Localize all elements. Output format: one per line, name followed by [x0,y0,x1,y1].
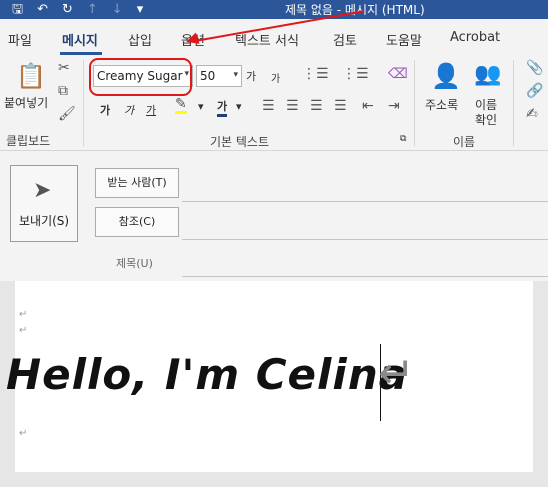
attach-icon[interactable]: 📎 [526,60,543,76]
cc-button[interactable]: 참조(C) [95,207,179,237]
body-text[interactable]: Hello, I'm Celina [6,350,408,399]
check-names-line2[interactable]: 확인 [475,111,497,128]
increase-indent-icon[interactable]: ⇥ [388,98,400,114]
ribbon: 📋 붙여넣기 ✂ ⧉ 🖌 클립보드 가 가 가 ✎ ▾ 가 ▾ ☰ ☰ ☰ ☰ … [0,56,548,151]
font-size-dropdown[interactable]: 50 ▾ [196,65,242,87]
dialog-launcher-icon[interactable]: ⧉ [400,134,406,144]
highlight-icon[interactable]: ✎ [175,97,187,114]
paragraph-mark: ↵ [19,428,28,439]
undo-icon[interactable]: ↶ [37,0,48,19]
customize-icon[interactable]: ▾ [137,0,144,19]
title-bar: 🖫 ↶ ↻ ↑ ↓ ▾ 제목 없음 - 메시지 (HTML) [0,0,548,19]
numbering-icon[interactable]: ⋮☰ [342,66,369,82]
chevron-down-icon[interactable]: ▾ [198,100,204,113]
address-book-button[interactable]: 주소록 [425,96,458,113]
ribbon-tabs: 파일 메시지 삽입 옵션 텍스트 서식 검토 도움말 Acrobat [0,19,548,56]
font-size-value: 50 [200,69,216,83]
paragraph-mark: ↵ [19,325,28,336]
window-title: 제목 없음 - 메시지 (HTML) [285,3,425,17]
copy-icon[interactable]: ⧉ [58,83,68,99]
tab-file[interactable]: 파일 [8,30,32,49]
tab-message[interactable]: 메시지 [62,30,98,49]
format-painter-icon[interactable]: 🖌 [58,106,76,122]
basic-text-group-label: 기본 텍스트 [210,135,270,149]
check-names-icon[interactable]: 👥 [474,62,501,87]
redo-icon[interactable]: ↻ [62,0,73,19]
down-icon[interactable]: ↓ [112,0,123,19]
chevron-down-icon[interactable]: ▾ [236,100,242,113]
link-icon[interactable]: 🔗 [526,83,543,99]
send-button[interactable]: ➤ 보내기(S) [10,165,78,242]
align-center-icon[interactable]: ☰ [286,98,299,114]
font-color-button[interactable]: 가 [217,98,228,117]
return-mark-icon: ↵ [378,348,415,399]
chevron-down-icon: ▾ [233,70,238,80]
bold-button[interactable]: 가 [100,102,110,118]
paste-button[interactable]: 붙여넣기 [4,94,48,111]
grow-font-button[interactable]: 가 [246,68,256,84]
save-icon[interactable]: 🖫 [12,0,23,19]
up-icon[interactable]: ↑ [87,0,98,19]
cut-icon[interactable]: ✂ [58,60,70,76]
clear-formatting-icon[interactable]: ⌫ [388,66,408,82]
tab-acrobat[interactable]: Acrobat [450,30,500,45]
signature-icon[interactable]: ✍ [526,106,538,122]
tab-insert[interactable]: 삽입 [128,30,152,49]
address-book-icon[interactable]: 👤 [431,62,461,90]
annotation-circle [89,58,192,96]
clipboard-group-label: 클립보드 [6,134,51,148]
cc-field[interactable] [182,239,548,240]
tab-review[interactable]: 검토 [333,30,357,49]
shrink-font-button[interactable]: 가 [271,70,280,85]
active-tab-indicator [60,52,102,55]
quick-access-toolbar: 🖫 ↶ ↻ ↑ ↓ ▾ [12,0,143,19]
tab-help[interactable]: 도움말 [386,30,422,49]
subject-field[interactable] [182,276,548,277]
group-divider [414,60,415,146]
group-divider [513,60,514,146]
underline-button[interactable]: 가 [146,102,156,118]
names-group-label: 이름 [453,135,476,149]
align-right-icon[interactable]: ☰ [310,98,323,114]
to-button[interactable]: 받는 사람(T) [95,168,179,198]
paragraph-mark: ↵ [19,309,28,320]
align-left-icon[interactable]: ☰ [262,98,275,114]
send-label: 보내기(S) [19,214,70,228]
decrease-indent-icon[interactable]: ⇤ [362,98,374,114]
subject-label: 제목(U) [116,257,153,270]
send-icon: ➤ [33,178,52,203]
paste-icon[interactable]: 📋 [16,62,46,90]
bullets-icon[interactable]: ⋮☰ [302,66,329,82]
to-field[interactable] [182,201,548,202]
group-divider [83,60,84,146]
justify-icon[interactable]: ☰ [334,98,347,114]
compose-header [0,151,548,281]
italic-button[interactable]: 가 [124,102,134,118]
